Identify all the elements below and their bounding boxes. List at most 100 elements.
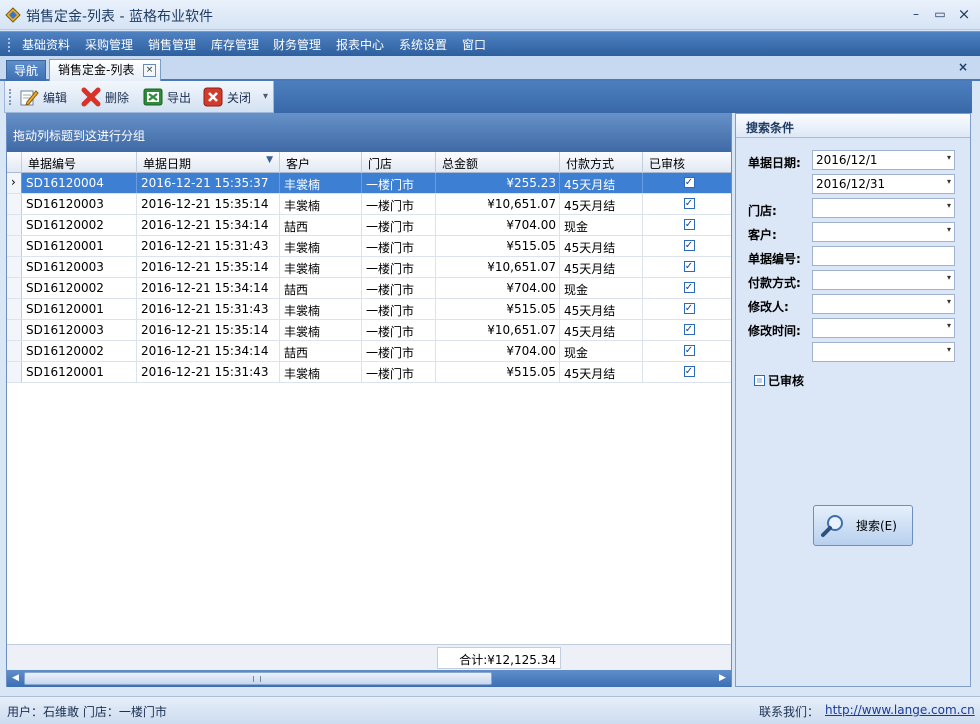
tab-navigation[interactable]: 导航	[6, 60, 46, 81]
close-all-tabs-icon[interactable]: ×	[958, 60, 968, 74]
table-row[interactable]: SD16120003 2016-12-21 15:35:14 丰裳楠 一楼门市 ¥10,…	[7, 320, 731, 341]
modify-time-label: 修改时间:	[748, 324, 801, 338]
date-from-value: 2016/12/1	[816, 153, 878, 167]
menu-settings[interactable]: 系统设置	[399, 36, 447, 53]
checkbox-checked-icon[interactable]: ✓	[683, 219, 695, 230]
toolbar-overflow-icon[interactable]: ▾	[263, 91, 268, 102]
contact-label: 联系我们：	[759, 705, 820, 719]
close-button[interactable]: 关闭	[203, 86, 251, 108]
cell-doc-date: 2016-12-21 15:34:14	[137, 278, 280, 298]
scroll-left-arrow-icon[interactable]: ◀	[7, 670, 24, 687]
table-row[interactable]: SD16120002 2016-12-21 15:34:14 喆西 一楼门市 ¥704.…	[7, 341, 731, 362]
export-button[interactable]: 导出	[143, 86, 191, 108]
horizontal-scrollbar[interactable]: ◀ ▶	[7, 670, 731, 687]
table-row[interactable]: SD16120002 2016-12-21 15:34:14 喆西 一楼门市 ¥704.…	[7, 278, 731, 299]
cell-doc-date: 2016-12-21 15:34:14	[137, 341, 280, 361]
dropdown-icon[interactable]: ▾	[947, 273, 951, 282]
modify-time-from-picker[interactable]: ▾	[812, 318, 955, 338]
menu-reports[interactable]: 报表中心	[336, 36, 384, 53]
excel-export-icon	[143, 88, 163, 106]
date-from-picker[interactable]: 2016/12/1 ▾	[812, 150, 955, 170]
menu-finance[interactable]: 财务管理	[273, 36, 321, 53]
checkbox-checked-icon[interactable]: ✓	[683, 261, 695, 272]
menu-basic-data[interactable]: 基础资料	[22, 36, 70, 53]
edit-label: 编辑	[43, 90, 68, 105]
status-user-store: 用户：石维敢 门店：一楼门市	[7, 705, 167, 719]
col-header-audited[interactable]: 已审核	[643, 152, 731, 173]
checkbox-checked-icon[interactable]: ✓	[683, 345, 695, 356]
checkbox-checked-icon[interactable]: ✓	[683, 282, 695, 293]
table-row[interactable]: SD16120001 2016-12-21 15:31:43 丰裳楠 一楼门市 ¥515…	[7, 299, 731, 320]
menu-inventory[interactable]: 库存管理	[211, 36, 259, 53]
date-to-picker[interactable]: 2016/12/31 ▾	[812, 174, 955, 194]
dropdown-icon[interactable]: ▾	[947, 201, 951, 210]
checkbox-checked-icon[interactable]: ✓	[683, 177, 695, 188]
cell-store: 一楼门市	[362, 278, 436, 298]
cell-payment-method: 45天月结	[560, 236, 643, 256]
table-row[interactable]: SD16120001 2016-12-21 15:31:43 丰裳楠 一楼门市 ¥515…	[7, 362, 731, 383]
close-window-button[interactable]: ×	[954, 5, 974, 23]
cell-total-amount: ¥255.23	[436, 173, 560, 193]
scroll-thumb[interactable]	[24, 672, 492, 685]
menu-purchase[interactable]: 采购管理	[85, 36, 133, 53]
dropdown-icon[interactable]: ▾	[947, 225, 951, 234]
payment-label: 付款方式:	[748, 276, 801, 290]
minimize-button[interactable]: –	[906, 5, 926, 23]
table-row[interactable]: SD16120001 2016-12-21 15:31:43 丰裳楠 一楼门市 ¥515…	[7, 236, 731, 257]
menu-sales[interactable]: 销售管理	[148, 36, 196, 53]
cell-customer: 丰裳楠	[280, 320, 362, 340]
cell-total-amount: ¥515.05	[436, 299, 560, 319]
col-header-payment-method[interactable]: 付款方式	[560, 152, 643, 173]
checkbox-checked-icon[interactable]: ✓	[683, 240, 695, 251]
cell-customer: 丰裳楠	[280, 299, 362, 319]
checkbox-checked-icon[interactable]: ✓	[683, 303, 695, 314]
doc-no-input[interactable]	[812, 246, 955, 266]
cell-store: 一楼门市	[362, 173, 436, 193]
scroll-right-arrow-icon[interactable]: ▶	[714, 670, 731, 687]
col-header-customer[interactable]: 客户	[280, 152, 362, 173]
cell-doc-no: SD16120003	[22, 257, 137, 277]
dropdown-icon[interactable]: ▾	[947, 153, 951, 162]
cell-doc-date: 2016-12-21 15:34:14	[137, 215, 280, 235]
table-row[interactable]: SD16120002 2016-12-21 15:34:14 喆西 一楼门市 ¥704.…	[7, 215, 731, 236]
group-by-panel[interactable]: 拖动列标题到这进行分组	[7, 114, 731, 152]
col-header-doc-date-label: 单据日期	[143, 157, 192, 171]
col-header-total-amount[interactable]: 总金额	[436, 152, 560, 173]
cell-doc-no: SD16120002	[22, 341, 137, 361]
cell-store: 一楼门市	[362, 362, 436, 382]
total-amount-summary: 合计:¥12,125.34	[437, 647, 561, 669]
audited-checkbox[interactable]: 已审核	[754, 372, 804, 389]
delete-button[interactable]: 删除	[81, 86, 129, 108]
edit-button[interactable]: 编辑	[19, 86, 67, 108]
dropdown-icon[interactable]: ▾	[947, 177, 951, 186]
customer-select[interactable]: ▾	[812, 222, 955, 242]
store-select[interactable]: ▾	[812, 198, 955, 218]
cell-total-amount: ¥704.00	[436, 278, 560, 298]
checkbox-checked-icon[interactable]: ✓	[683, 198, 695, 209]
payment-select[interactable]: ▾	[812, 270, 955, 290]
modify-time-to-picker[interactable]: ▾	[812, 342, 955, 362]
checkbox-checked-icon[interactable]: ✓	[683, 366, 695, 377]
col-header-doc-date[interactable]: 单据日期 ▼	[137, 152, 280, 173]
tab-sales-deposit-list[interactable]: 销售定金-列表 ×	[49, 59, 161, 81]
dropdown-icon[interactable]: ▾	[947, 297, 951, 306]
cell-customer: 喆西	[280, 215, 362, 235]
maximize-button[interactable]: ▭	[930, 5, 950, 23]
modifier-select[interactable]: ▾	[812, 294, 955, 314]
table-row[interactable]: SD16120003 2016-12-21 15:35:14 丰裳楠 一楼门市 ¥10,…	[7, 194, 731, 215]
search-button[interactable]: 搜索(E)	[813, 505, 913, 546]
table-row[interactable]: › SD16120004 2016-12-21 15:35:37 丰裳楠 一楼门市 ¥25…	[7, 173, 731, 194]
dropdown-icon[interactable]: ▾	[947, 321, 951, 330]
contact-link[interactable]: http://www.lange.com.cn	[825, 703, 975, 717]
col-header-store[interactable]: 门店	[362, 152, 436, 173]
col-header-doc-no[interactable]: 单据编号	[22, 152, 137, 173]
cell-audited: ✓	[643, 215, 731, 235]
cell-customer: 丰裳楠	[280, 257, 362, 277]
table-row[interactable]: SD16120003 2016-12-21 15:35:14 丰裳楠 一楼门市 ¥10,…	[7, 257, 731, 278]
close-tab-icon[interactable]: ×	[143, 64, 156, 77]
menu-window[interactable]: 窗口	[462, 36, 486, 53]
dropdown-icon[interactable]: ▾	[947, 345, 951, 354]
magnifier-icon	[821, 514, 843, 537]
checkbox-checked-icon[interactable]: ✓	[683, 324, 695, 335]
cell-doc-date: 2016-12-21 15:31:43	[137, 362, 280, 382]
